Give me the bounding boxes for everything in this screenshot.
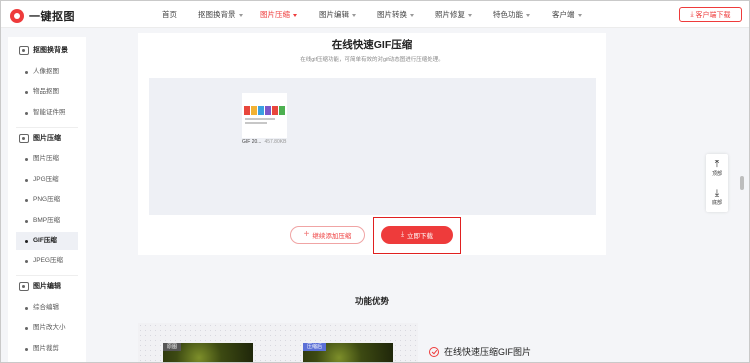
sidebar-item-png-compress[interactable]: PNG压缩 — [8, 191, 86, 209]
top-nav: 一键抠图 首页 抠图换背景 图片压缩 图片编辑 图片转换 照片修复 特色功能 客… — [1, 1, 749, 28]
image-icon — [19, 45, 29, 55]
thumbnail-line — [245, 122, 267, 124]
sidebar-item-crop[interactable]: 图片裁剪 — [8, 340, 86, 358]
nav-item-repair[interactable]: 照片修复 — [435, 1, 472, 28]
sidebar-item-bmp-compress[interactable]: BMP压缩 — [8, 212, 86, 230]
sidebar-group-edit[interactable]: 图片编辑 — [8, 281, 61, 291]
file-thumbnail[interactable] — [242, 93, 287, 138]
sidebar-item-portrait-cutout[interactable]: 人像抠图 — [8, 63, 86, 81]
image-icon — [19, 281, 29, 291]
features-title: 功能优势 — [354, 296, 389, 306]
sidebar-item-jpg-compress[interactable]: JPG压缩 — [8, 171, 86, 189]
chevron-down-icon — [526, 13, 530, 17]
nav-label: 图片转换 — [377, 10, 407, 19]
sidebar-item-jpeg-compress[interactable]: JPEG压缩 — [8, 252, 86, 270]
nav-item-home[interactable]: 首页 — [162, 1, 177, 28]
photo-before-tag: 原图 — [163, 343, 182, 351]
photo-before: 原图 — [163, 343, 253, 362]
chevron-down-icon — [293, 13, 297, 17]
continue-add-label: 继续添加压缩 — [312, 233, 352, 240]
check-circle-icon — [429, 346, 439, 357]
upload-drop-area[interactable]: GIF 20... 457.80KB — [149, 78, 596, 215]
float-scroll-bar: ⤒ 顶部 ⤓ 底部 — [706, 154, 728, 212]
scrollbar-thumb[interactable] — [740, 176, 744, 190]
sidebar-group-label: 抠图换背景 — [33, 47, 68, 54]
sidebar-group-compress[interactable]: 图片压缩 — [8, 133, 61, 143]
continue-add-button[interactable]: + 继续添加压缩 — [290, 226, 365, 244]
scroll-top-label: 顶部 — [711, 171, 722, 177]
logo-icon — [10, 9, 24, 23]
chevron-down-icon — [238, 13, 243, 17]
page-title: 在线快速GIF压缩 — [331, 39, 413, 51]
divider — [16, 275, 78, 276]
nav-item-client[interactable]: 客户端 — [552, 1, 582, 28]
scroll-top-button[interactable]: ⤒ 顶部 — [706, 154, 728, 183]
nav-label: 首页 — [162, 10, 177, 19]
plus-icon: + — [303, 229, 310, 240]
sidebar-item-gif-compress[interactable]: GIF压缩 — [16, 232, 78, 250]
nav-item-compress[interactable]: 图片压缩 — [260, 1, 297, 28]
client-download-label: 客户端下载 — [695, 11, 731, 19]
client-download-button[interactable]: ⤓ 客户端下载 — [679, 7, 742, 22]
sidebar-group-label: 图片编辑 — [33, 283, 61, 290]
feature-item-label: 在线快速压缩GIF图片 — [444, 347, 531, 357]
download-icon: ⤓ — [690, 10, 694, 18]
nav-item-features[interactable]: 特色功能 — [493, 1, 530, 28]
feature-item: 在线快速压缩GIF图片 — [429, 345, 531, 358]
sidebar-group-cutout[interactable]: 抠图换背景 — [8, 45, 68, 55]
chevron-down-icon — [410, 13, 414, 17]
chevron-down-icon — [577, 13, 582, 17]
features-demo-panel: 原图 压缩后 — [138, 323, 418, 362]
sidebar-group-label: 图片压缩 — [33, 135, 61, 142]
scroll-bottom-label: 底部 — [711, 200, 722, 206]
nav-label: 特色功能 — [493, 10, 523, 19]
arrow-down-icon: ⤓ — [714, 188, 720, 199]
sidebar-item-object-cutout[interactable]: 物品抠图 — [8, 83, 86, 101]
thumbnail-line — [245, 118, 275, 120]
chevron-down-icon — [468, 13, 472, 17]
download-now-button[interactable]: ⤓ 立即下载 — [381, 226, 453, 244]
sidebar-item-resize[interactable]: 图片改大小 — [8, 319, 86, 337]
arrow-up-icon: ⤒ — [714, 159, 720, 170]
sidebar-item-image-compress[interactable]: 图片压缩 — [8, 150, 86, 168]
file-size: 457.80KB — [264, 139, 287, 145]
sidebar: 抠图换背景 人像抠图 物品抠图 智能证件照 图片压缩 图片压缩 JPG压缩 PN… — [8, 37, 86, 362]
compress-tool-card: 在线快速GIF压缩 在线gif压缩功能，可简单有效的对gif动态图进行压缩处理。… — [138, 33, 606, 255]
thumbnail-preview — [244, 106, 285, 115]
app-window: 一键抠图 首页 抠图换背景 图片压缩 图片编辑 图片转换 照片修复 特色功能 客… — [0, 0, 750, 363]
nav-label: 抠图换背景 — [198, 10, 236, 19]
file-name: GIF 20... — [242, 139, 262, 145]
divider — [16, 127, 78, 128]
download-icon: ⤓ — [401, 231, 404, 238]
sidebar-item-id-photo[interactable]: 智能证件照 — [8, 104, 86, 122]
download-highlight-box: ⤓ 立即下载 — [373, 217, 461, 254]
scroll-bottom-button[interactable]: ⤓ 底部 — [706, 183, 728, 212]
nav-label: 图片压缩 — [260, 10, 290, 19]
nav-label: 照片修复 — [435, 10, 465, 19]
nav-item-cutout[interactable]: 抠图换背景 — [198, 1, 243, 28]
photo-after: 压缩后 — [303, 343, 393, 362]
image-icon — [19, 133, 29, 143]
photo-after-tag: 压缩后 — [303, 343, 327, 351]
file-info: GIF 20... 457.80KB — [242, 139, 286, 145]
logo[interactable]: 一键抠图 — [10, 8, 75, 24]
nav-label: 图片编辑 — [319, 10, 349, 19]
download-now-label: 立即下载 — [406, 233, 433, 240]
chevron-down-icon — [352, 13, 356, 17]
brand-name: 一键抠图 — [29, 11, 75, 23]
sidebar-item-general-edit[interactable]: 综合编辑 — [8, 299, 86, 317]
nav-item-edit[interactable]: 图片编辑 — [319, 1, 356, 28]
page-subtitle: 在线gif压缩功能，可简单有效的对gif动态图进行压缩处理。 — [300, 57, 444, 63]
nav-item-convert[interactable]: 图片转换 — [377, 1, 414, 28]
nav-label: 客户端 — [552, 10, 575, 19]
